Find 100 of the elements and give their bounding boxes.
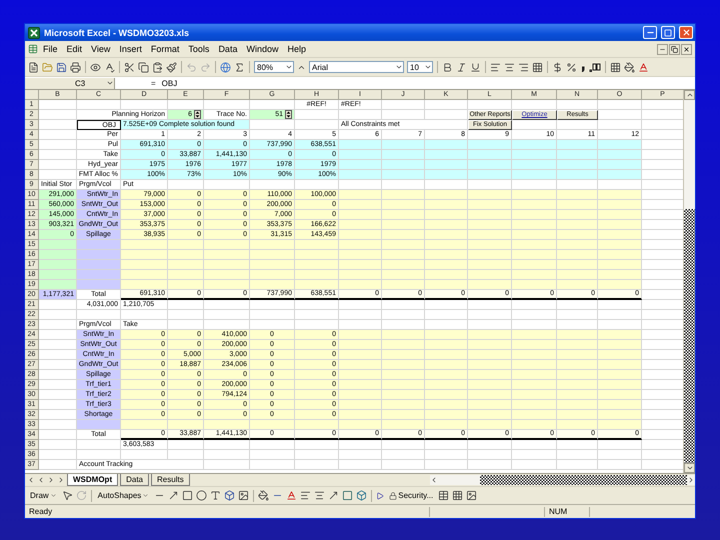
close-button[interactable] [681,44,692,54]
vertical-scrollbar[interactable] [683,90,695,473]
table-cell[interactable] [382,350,425,360]
table-cell[interactable] [382,390,425,400]
preview-icon[interactable] [90,62,101,72]
table-cell[interactable] [204,450,250,460]
table-cell[interactable] [77,240,121,250]
table-cell[interactable] [557,370,598,380]
table-cell[interactable] [598,340,642,350]
spelling-icon[interactable] [104,62,115,72]
table-cell[interactable] [382,310,425,320]
select-all-corner[interactable] [25,90,39,100]
table-cell[interactable] [512,260,557,270]
paste-icon[interactable] [152,62,163,72]
font-color-icon[interactable] [286,490,298,501]
table-cell[interactable] [77,440,121,450]
table-cell[interactable] [39,280,77,290]
table-cell[interactable] [121,260,168,270]
table-cell[interactable] [598,410,642,420]
table-cell[interactable] [598,270,642,280]
table-cell[interactable] [425,300,468,310]
formula-field[interactable]: OBJ [162,78,178,88]
table-cell[interactable] [512,240,557,250]
table-cell[interactable] [382,150,425,160]
table-cell[interactable] [382,360,425,370]
menu-item[interactable]: Help [283,44,310,54]
table-cell[interactable] [425,390,468,400]
table-cell[interactable] [425,150,468,160]
table-cell[interactable] [425,100,468,110]
table-cell[interactable] [512,200,557,210]
table-cell[interactable] [339,310,382,320]
align-right-icon[interactable] [518,62,529,72]
table-cell[interactable] [204,460,250,470]
table-cell[interactable] [382,460,425,470]
table-cell[interactable] [512,460,557,470]
table-cell[interactable] [382,330,425,340]
sheet-tab[interactable]: WSDMOpt [67,474,118,486]
table-cell[interactable] [121,100,168,110]
table-cell[interactable] [295,180,339,190]
table-cell[interactable] [512,250,557,260]
table-cell[interactable] [382,220,425,230]
table-cell[interactable] [295,250,339,260]
table-cell[interactable] [557,360,598,370]
table-cell[interactable] [598,150,642,160]
table-cell[interactable] [468,360,512,370]
table-cell[interactable] [468,280,512,290]
table-cell[interactable] [39,310,77,320]
table-cell[interactable] [468,140,512,150]
table-cell[interactable] [204,180,250,190]
table-cell[interactable] [168,250,204,260]
picture-icon[interactable] [238,490,250,501]
table-cell[interactable] [598,230,642,240]
table-cell[interactable] [468,220,512,230]
table-cell[interactable] [204,420,250,430]
scroll-right-icon[interactable] [687,476,695,484]
table-cell[interactable] [598,310,642,320]
table-cell[interactable] [425,200,468,210]
table-cell[interactable] [468,310,512,320]
table-cell[interactable] [77,100,121,110]
table-cell[interactable] [39,460,77,470]
next-sheet-icon[interactable] [47,476,55,484]
table-cell[interactable] [339,340,382,350]
table-cell[interactable] [598,100,642,110]
table-cell[interactable] [339,300,382,310]
table-cell[interactable] [339,420,382,430]
table-cell[interactable] [382,180,425,190]
table-cell[interactable] [339,250,382,260]
table-cell[interactable] [468,370,512,380]
table-cell[interactable] [468,180,512,190]
table-cell[interactable] [512,390,557,400]
autoshapes-menu-button[interactable]: AutoShapes [96,491,152,500]
table-cell[interactable] [204,300,250,310]
table-cell[interactable] [39,120,77,130]
table-cell[interactable] [39,330,77,340]
table-cell[interactable] [598,140,642,150]
table-cell[interactable] [425,350,468,360]
table-cell[interactable] [425,320,468,330]
percent-icon[interactable] [566,62,577,72]
table-cell[interactable] [468,170,512,180]
shadow-icon[interactable] [342,490,354,501]
table-cell[interactable] [339,170,382,180]
table-cell[interactable] [339,280,382,290]
table-cell[interactable] [598,390,642,400]
table-cell[interactable] [382,230,425,240]
table-cell[interactable] [382,420,425,430]
table-cell[interactable] [168,180,204,190]
table-cell[interactable] [39,420,77,430]
table-cell[interactable] [468,270,512,280]
table-cell[interactable] [598,240,642,250]
table-cell[interactable] [557,250,598,260]
table-cell[interactable] [468,410,512,420]
table-cell[interactable] [425,270,468,280]
table-cell[interactable] [77,280,121,290]
table-cell[interactable] [39,300,77,310]
table-cell[interactable] [557,310,598,320]
table-cell[interactable] [512,140,557,150]
table-cell[interactable] [598,220,642,230]
table-cell[interactable] [512,410,557,420]
font-size-dropdown[interactable]: 10 [407,61,433,73]
table-cell[interactable] [512,100,557,110]
